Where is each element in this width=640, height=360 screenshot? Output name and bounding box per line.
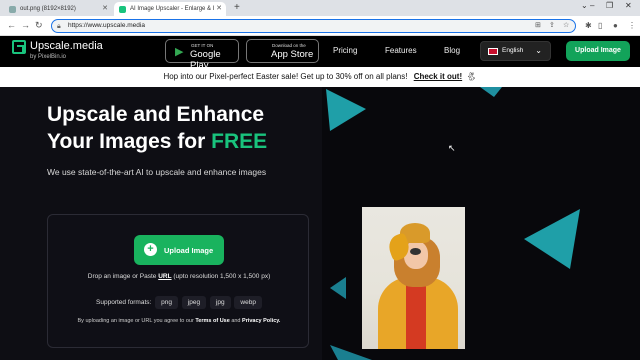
google-play-button[interactable]: ▶ GET IT ON Google Play [165, 39, 239, 71]
promo-banner: Hop into our Pixel-perfect Easter sale! … [0, 67, 640, 87]
reload-icon[interactable]: ↻ [35, 20, 43, 31]
menu-kebab-icon[interactable]: ⋮ [628, 21, 636, 30]
lock-icon[interactable]: 🔒︎ [57, 21, 61, 33]
url-text: https://www.upscale.media [68, 22, 145, 29]
upscale-logo-icon[interactable] [12, 40, 26, 54]
browser-tab-strip: out.png (8192×8192) ✕ AI Image Upscaler … [0, 0, 640, 16]
browser-tab-out-png[interactable]: out.png (8192×8192) ✕ [4, 2, 112, 16]
triangle-shape [524, 209, 580, 269]
tab-title: out.png (8192×8192) [20, 6, 76, 12]
nav-features[interactable]: Features [385, 46, 417, 55]
profile-icon[interactable]: ● [613, 21, 618, 30]
language-label: English [502, 47, 524, 54]
language-select[interactable]: English ⌄ [480, 41, 551, 61]
photo-sunglasses [410, 248, 421, 255]
decorative-triangles [326, 87, 580, 360]
mouse-cursor-icon: ↖ [448, 143, 456, 153]
brand-subtitle: by PixelBin.io [30, 54, 67, 60]
header-upload-button[interactable]: Upload Image [566, 41, 630, 61]
upscale-favicon-icon [119, 5, 126, 13]
site-header: Upscale.media by PixelBin.io ▶ GET IT ON… [0, 36, 640, 71]
triangle-shape [330, 277, 346, 299]
address-bar[interactable]: 🔒︎ https://www.upscale.media [51, 19, 576, 33]
close-tab-icon[interactable]: ✕ [102, 4, 108, 12]
store-big-label: App Store [271, 49, 314, 60]
chevron-down-icon: ⌄ [535, 46, 542, 55]
bookmark-star-icon[interactable]: ☆ [563, 21, 569, 29]
close-tab-icon[interactable]: ✕ [216, 4, 222, 12]
sample-photo [362, 207, 465, 349]
extensions-icon[interactable]: ✱ [585, 21, 592, 30]
triangle-shape [326, 89, 366, 131]
triangle-shape [480, 87, 502, 97]
minimize-icon[interactable]: – [590, 1, 594, 10]
new-tab-icon[interactable]: + [234, 2, 240, 13]
app-store-button[interactable]: Download on the App Store [246, 39, 319, 63]
store-small-label: Download on the [272, 43, 306, 48]
tab-title: AI Image Upscaler - Enlarge & I [130, 6, 215, 12]
nav-blog[interactable]: Blog [444, 46, 460, 55]
bunny-icon: 🐇︎ [466, 72, 477, 81]
image-file-icon [9, 5, 16, 13]
browser-toolbar: ← → ↻ 🔒︎ https://www.upscale.media ⊞ ⇪ ☆… [0, 16, 640, 36]
nav-pricing[interactable]: Pricing [333, 46, 357, 55]
store-small-label: GET IT ON [191, 43, 214, 48]
google-play-icon: ▶ [175, 46, 184, 58]
side-panel-icon[interactable]: ▯ [598, 21, 602, 30]
chevron-down-icon[interactable]: ⌄ [581, 1, 588, 10]
share-icon[interactable]: ⇪ [549, 21, 555, 29]
uk-flag-icon [488, 48, 498, 55]
close-window-icon[interactable]: ✕ [625, 1, 632, 10]
install-app-icon[interactable]: ⊞ [535, 21, 541, 29]
hero-section: Upscale and Enhance Your Images for FREE… [0, 87, 640, 360]
promo-link[interactable]: Check it out! [414, 72, 462, 81]
browser-tab-upscale[interactable]: AI Image Upscaler - Enlarge & I ✕ [114, 2, 226, 16]
restore-icon[interactable]: ❐ [606, 1, 613, 10]
promo-text: Hop into our Pixel-perfect Easter sale! … [163, 72, 408, 81]
forward-icon[interactable]: → [21, 20, 30, 30]
brand-name[interactable]: Upscale.media [30, 40, 103, 52]
back-icon[interactable]: ← [7, 20, 16, 30]
photo-shirt [406, 279, 426, 349]
